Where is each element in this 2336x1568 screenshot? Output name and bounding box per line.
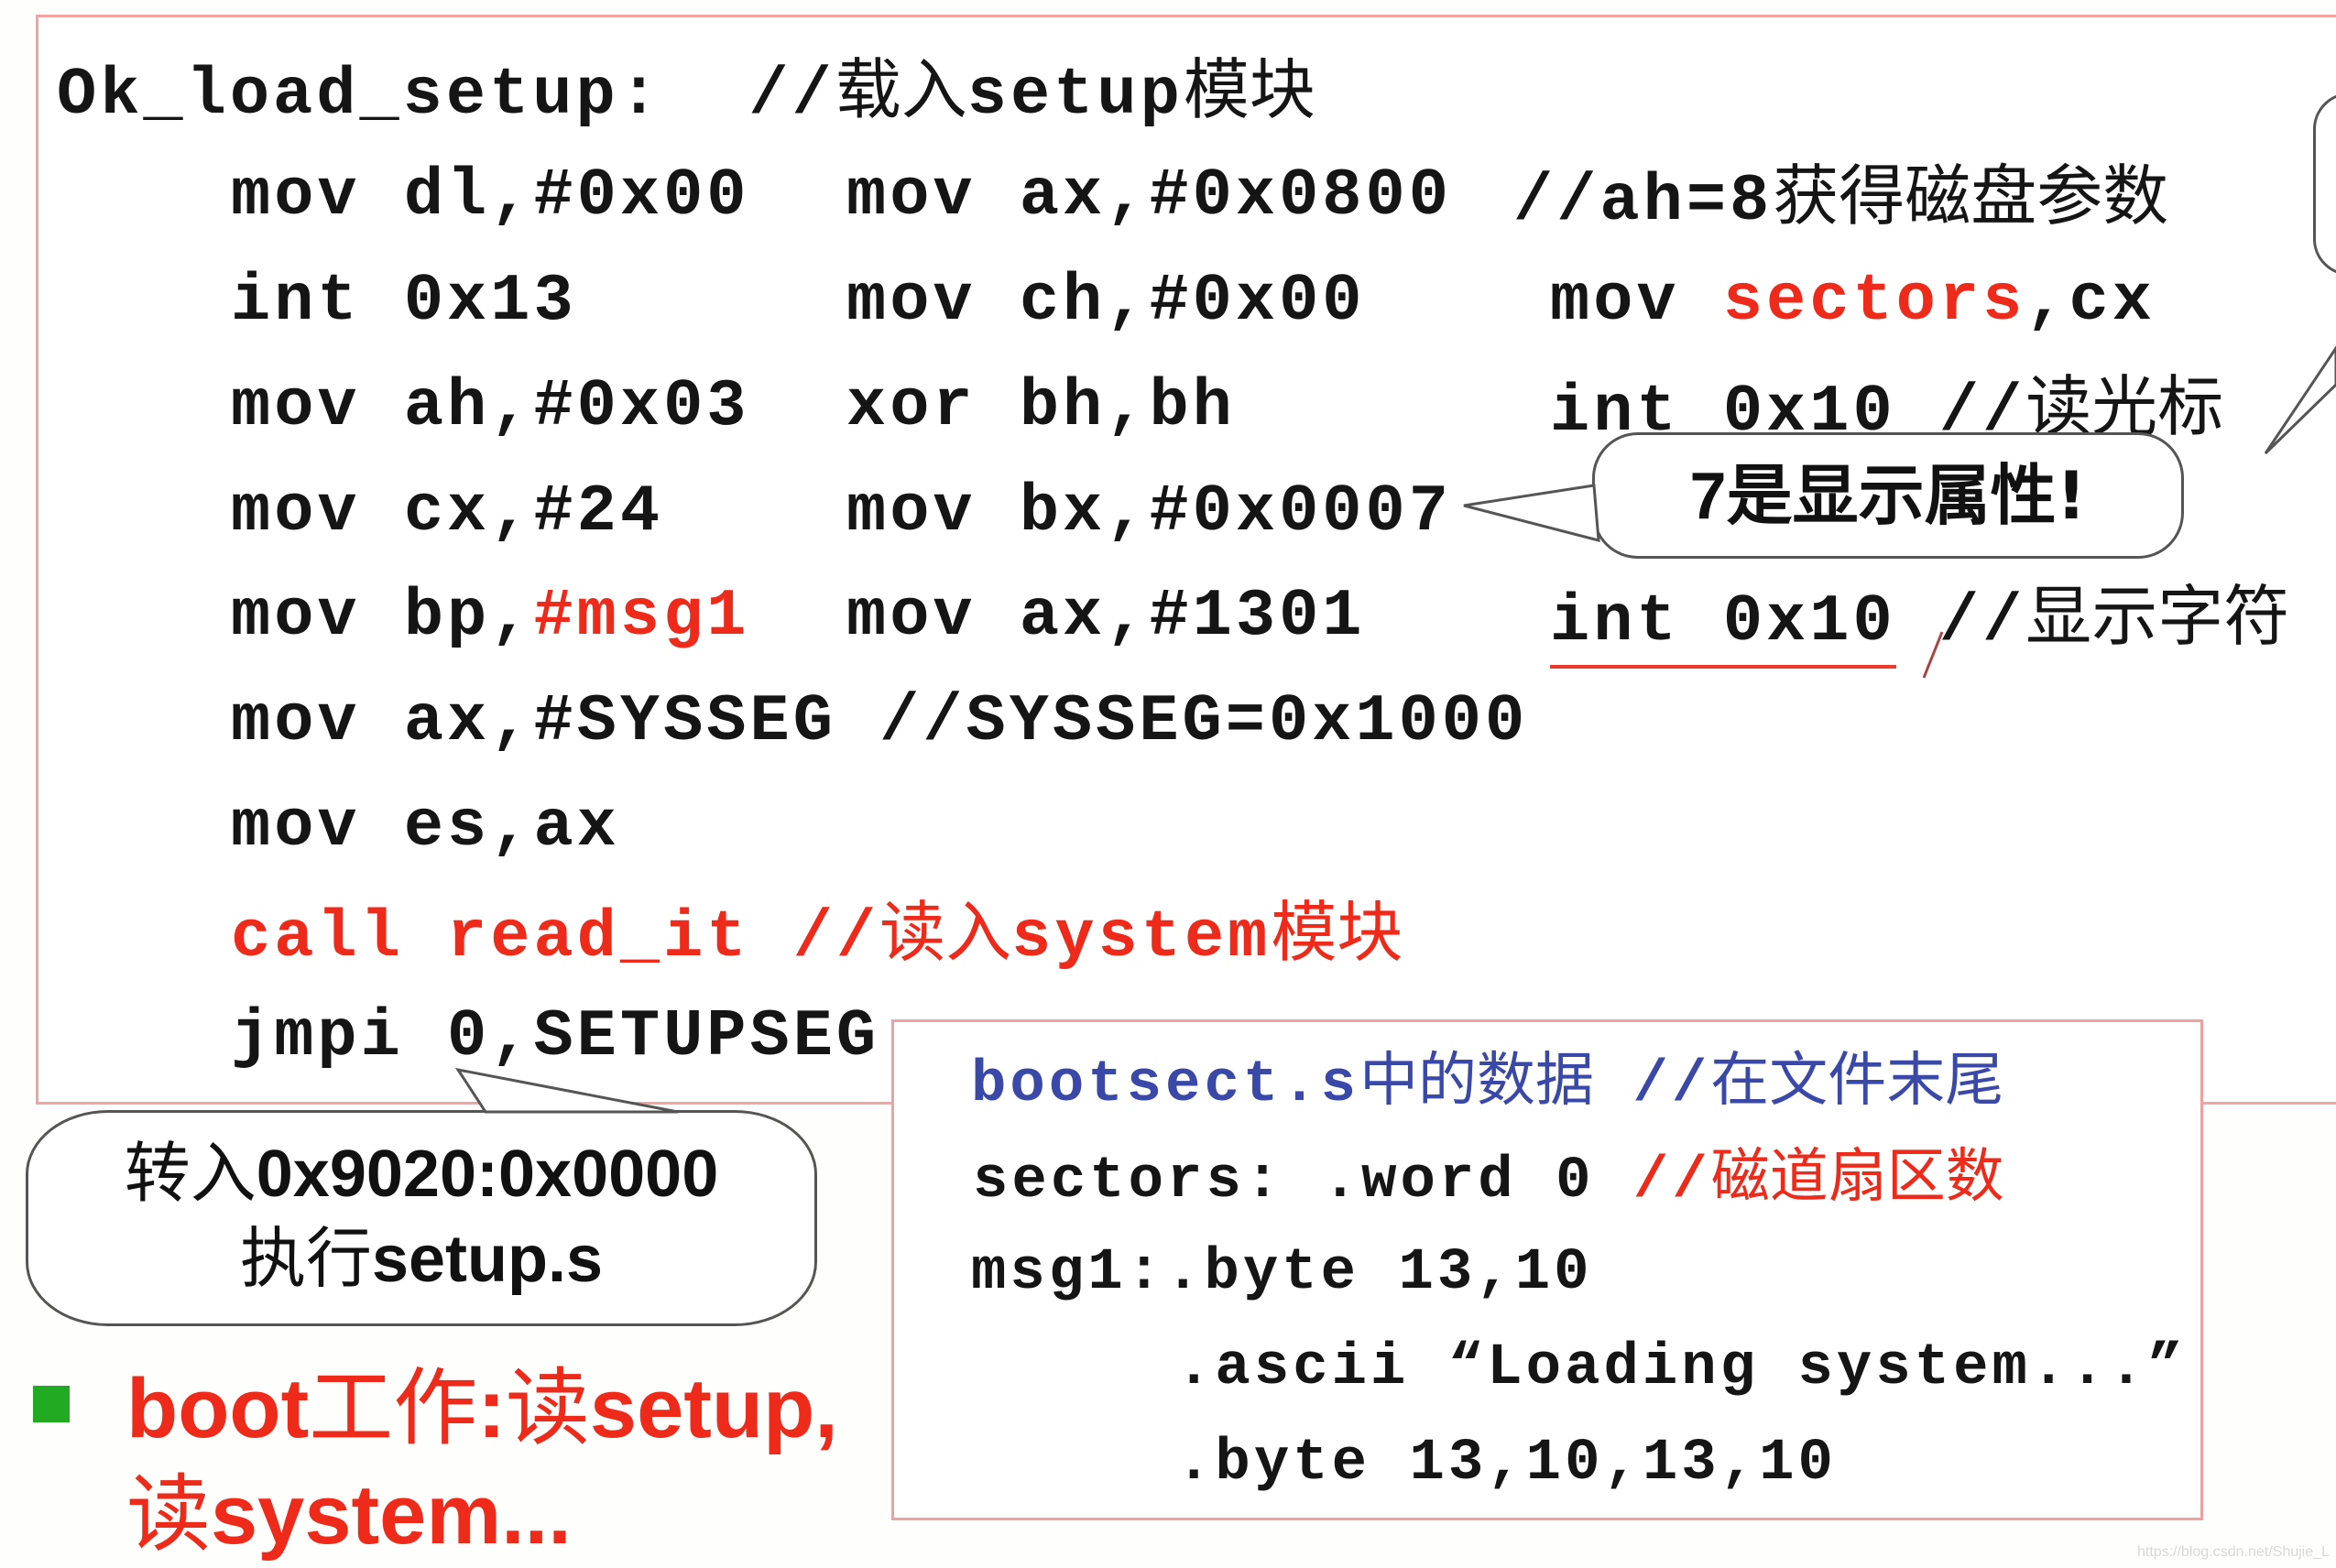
callout-line-2: 执行setup.s [28,1216,814,1301]
code-cell: mov ch,#0x00 [846,264,1366,339]
comment-cjk: 模块 [1183,51,1315,128]
code-cell: int 0x13 [231,264,577,339]
title-latin: bootsect.s [971,1052,1360,1118]
call-read-it-line: call read_it //读入system模块 [231,899,1403,971]
code-text: mov [1550,264,1723,339]
data-box-title: bootsect.s中的数据 //在文件末尾 [971,1051,2003,1115]
comment-cjk: 获得磁盘参数 [1773,158,2169,234]
title-cjk: 中的数据 [1359,1047,1595,1115]
comment-cjk: 载入 [835,51,967,128]
bullet-cjk: 工作 [309,1359,478,1457]
callout-cjk: 执行 [239,1220,372,1297]
code-cell: mov bx,#0x0007 [846,474,1452,550]
ascii-line: .ascii “Loading system...” [1176,1335,2187,1401]
partial-callout [2313,93,2336,276]
callout-text: 是显示属性! [1726,457,2087,534]
comment-latin: setup [966,58,1184,133]
code-text: call read_it // [231,900,880,975]
code-text: mov bp, [231,579,534,654]
code-cell: mov sectors,cx [1550,268,2156,334]
code-comment: //ah=8获得磁盘参数 [1513,163,2168,234]
sectors-highlight: sectors [1722,264,2026,339]
code-line: mov es,ax [231,789,620,865]
msg1-line: msg1:.byte 13,10 [971,1240,1593,1306]
bullet-colon: : [477,1362,506,1455]
bullet-square-icon [33,1386,70,1422]
bullet-cjk: 读 [126,1465,212,1563]
bullet-latin: system... [211,1468,572,1562]
int-underlined: int 0x10 [1550,584,1896,669]
code-cell: xor bh,bh [846,369,1236,444]
bullet-line-2: 读system... [126,1462,838,1568]
comment-prefix: // [748,58,835,133]
code-cell: mov ax,#0x0800 [846,158,1452,234]
bullet-cjk: 读 [505,1359,590,1457]
code-cell: mov ah,#0x03 [231,369,750,444]
bullet-summary: boot工作:读setup, 读system... [126,1356,838,1568]
callout-cjk: 转入 [124,1135,257,1212]
code-text: // [1895,584,2026,659]
comment-cjk: 模块 [1271,894,1403,971]
comment-code: //ah=8 [1513,164,1774,239]
label-line: Ok_load_setup: //载入setup模块 [57,57,1315,128]
callout-latin: setup.s [371,1223,604,1296]
code-text: sectors: .word 0 [973,1149,1633,1214]
watermark: https://blog.csdn.net/Shujie_L [2137,1544,2330,1560]
code-line: jmpi 0,SETUPSEG [231,999,880,1074]
title-comment: // [1594,1052,1711,1118]
jump-callout: 转入0x9020:0x0000 执行setup.s [26,1110,817,1326]
comment-prefix: // [1632,1149,1711,1214]
attribute-callout: 7是显示属性! [1592,432,2184,559]
byte-line: .byte 13,10,13,10 [1176,1431,1837,1497]
sectors-line: sectors: .word 0 //磁道扇区数 [973,1148,2004,1211]
msg1-highlight: #msg1 [533,579,750,654]
code-line: mov ax,#SYSSEG //SYSSEG=0x1000 [231,684,1529,759]
comment-cjk: 磁道扇区数 [1710,1143,2004,1211]
bullet-latin: boot [126,1362,310,1455]
callout-number: 7 [1689,460,1727,533]
title-comment-cjk: 在文件末尾 [1710,1047,2004,1115]
bullet-line-1: boot工作:读setup, [126,1356,838,1462]
code-text: ,cx [2025,264,2156,339]
bullet-latin: setup, [589,1362,838,1455]
comment-latin: system [1011,900,1272,975]
callout-line-1: 转入0x9020:0x0000 [28,1131,814,1216]
code-cell: mov bp,#msg1 [231,583,750,649]
code-cell: mov ax,#1301 [846,579,1366,654]
comment-cjk: 显示字符 [2025,578,2290,655]
code-cell: int 0x10 //显示字符 [1550,583,2289,669]
code-cell: mov dl,#0x00 [231,158,750,234]
callout-latin: 0x9020:0x0000 [256,1138,719,1211]
comment-cjk: 读入 [879,894,1012,971]
label: Ok_load_setup: [57,58,662,133]
code-cell: mov cx,#24 [231,474,664,550]
